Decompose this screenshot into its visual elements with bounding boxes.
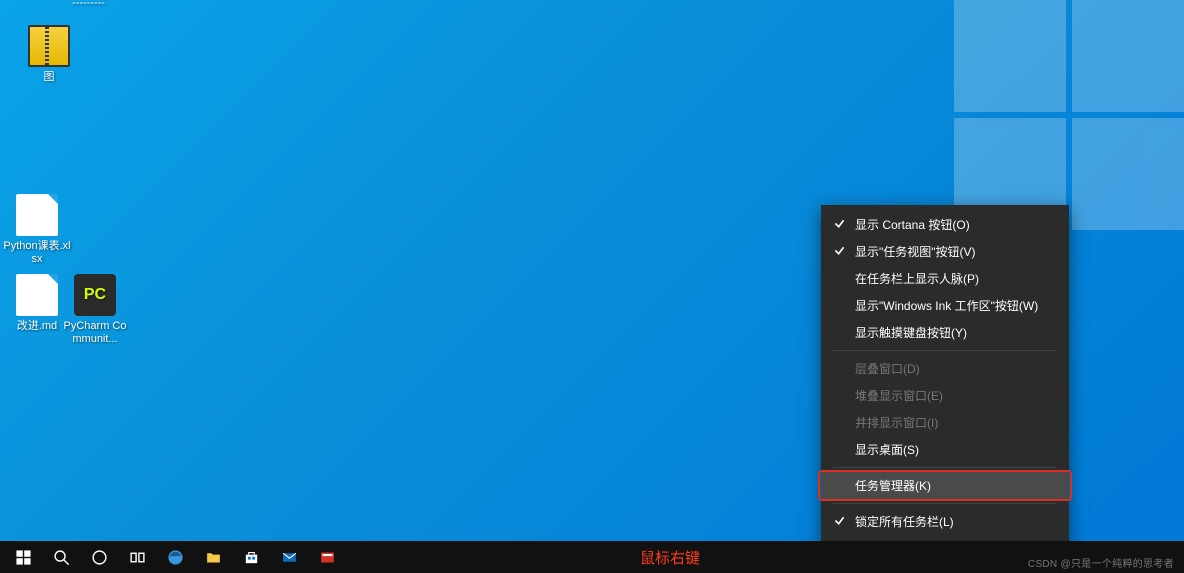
- truncated-icon-label: ---------: [72, 0, 105, 9]
- search-button[interactable]: [42, 541, 80, 573]
- menu-item-label: 层叠窗口(D): [855, 360, 1057, 377]
- pycharm-icon: PC: [74, 274, 116, 316]
- desktop-icon-pycharm[interactable]: PC PyCharm Communit...: [60, 274, 130, 346]
- menu-separator: [833, 467, 1057, 468]
- icon-label: 图: [14, 71, 84, 84]
- edge-button[interactable]: [156, 541, 194, 573]
- windows-icon: [15, 549, 32, 566]
- store-icon: [243, 549, 260, 566]
- menu-item-label: 在任务栏上显示人脉(P): [855, 270, 1057, 287]
- start-button[interactable]: [4, 541, 42, 573]
- icon-label: PyCharm Communit...: [60, 320, 130, 346]
- icon-label: Python课表.xlsx: [2, 240, 72, 266]
- store-button[interactable]: [232, 541, 270, 573]
- menu-item[interactable]: 锁定所有任务栏(L): [821, 508, 1069, 535]
- menu-item[interactable]: 显示触摸键盘按钮(Y): [821, 319, 1069, 346]
- check-icon: [833, 217, 855, 233]
- menu-item[interactable]: 显示桌面(S): [821, 436, 1069, 463]
- desktop-icon-xlsx[interactable]: Python课表.xlsx: [2, 194, 72, 266]
- news-button[interactable]: [308, 541, 346, 573]
- menu-item-label: 并排显示窗口(I): [855, 414, 1057, 431]
- explorer-button[interactable]: [194, 541, 232, 573]
- cortana-button[interactable]: [80, 541, 118, 573]
- file-icon: [16, 274, 58, 316]
- menu-item[interactable]: 任务管理器(K): [821, 472, 1069, 499]
- menu-item[interactable]: 显示 Cortana 按钮(O): [821, 211, 1069, 238]
- menu-item: 层叠窗口(D): [821, 355, 1069, 382]
- taskbar: 鼠标右键: [0, 541, 1184, 573]
- news-icon: [319, 549, 336, 566]
- binder-icon: [28, 25, 70, 67]
- menu-item[interactable]: 在任务栏上显示人脉(P): [821, 265, 1069, 292]
- menu-separator: [833, 503, 1057, 504]
- mail-icon: [281, 549, 298, 566]
- menu-item: 堆叠显示窗口(E): [821, 382, 1069, 409]
- menu-item-label: 显示 Cortana 按钮(O): [855, 216, 1057, 233]
- file-icon: [16, 194, 58, 236]
- windows-logo-background: [954, 0, 1184, 230]
- cortana-icon: [91, 549, 108, 566]
- menu-item-label: 显示触摸键盘按钮(Y): [855, 324, 1057, 341]
- annotation-label: 鼠标右键: [640, 547, 700, 568]
- edge-icon: [167, 549, 184, 566]
- folder-icon: [205, 549, 222, 566]
- mail-button[interactable]: [270, 541, 308, 573]
- menu-item[interactable]: 显示"Windows Ink 工作区"按钮(W): [821, 292, 1069, 319]
- search-icon: [53, 549, 70, 566]
- check-icon: [833, 244, 855, 260]
- menu-item-label: 锁定所有任务栏(L): [855, 513, 1057, 530]
- menu-item-label: 显示"任务视图"按钮(V): [855, 243, 1057, 260]
- menu-item-label: 显示"Windows Ink 工作区"按钮(W): [855, 297, 1057, 314]
- menu-item-label: 任务管理器(K): [855, 477, 1057, 494]
- task-view-icon: [129, 549, 146, 566]
- menu-separator: [833, 350, 1057, 351]
- desktop-icon-binder[interactable]: 图: [14, 25, 84, 84]
- menu-item[interactable]: 显示"任务视图"按钮(V): [821, 238, 1069, 265]
- menu-item: 并排显示窗口(I): [821, 409, 1069, 436]
- task-view-button[interactable]: [118, 541, 156, 573]
- check-icon: [833, 514, 855, 530]
- menu-item-label: 显示桌面(S): [855, 441, 1057, 458]
- menu-item-label: 堆叠显示窗口(E): [855, 387, 1057, 404]
- taskbar-context-menu: 显示 Cortana 按钮(O) 显示"任务视图"按钮(V) 在任务栏上显示人脉(P…: [821, 205, 1069, 568]
- watermark: CSDN @只是一个纯粹的思考者: [1028, 555, 1174, 570]
